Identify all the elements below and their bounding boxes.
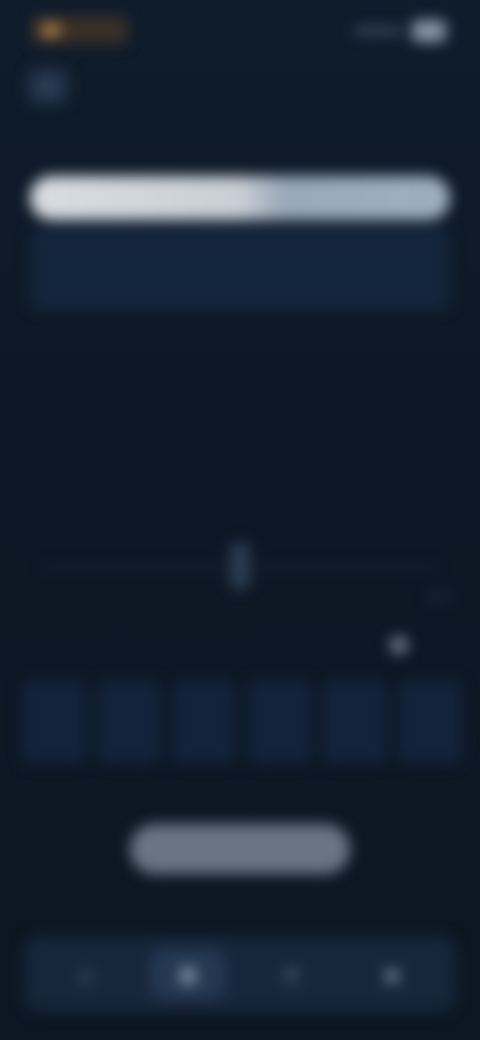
grid-icon: ▦	[178, 962, 198, 986]
status-icons	[350, 20, 446, 42]
tile-row	[22, 680, 462, 764]
tile-4[interactable]	[247, 680, 312, 764]
app-screen: ‹ ⌕ ⌂ ▦ ◔ ●	[0, 0, 480, 1040]
user-icon: ●	[383, 962, 401, 986]
divider-tick	[428, 594, 450, 600]
home-icon: ⌂	[79, 962, 93, 986]
search-icon[interactable]: ⌕	[412, 188, 432, 208]
info-card[interactable]	[30, 228, 450, 310]
primary-button[interactable]	[130, 824, 350, 874]
nav-item-home[interactable]: ⌂	[48, 948, 124, 1000]
status-bar	[0, 0, 480, 60]
tile-1[interactable]	[22, 680, 86, 764]
search-input[interactable]	[50, 186, 354, 212]
tile-2[interactable]	[97, 680, 162, 764]
signal-icon	[354, 28, 402, 34]
tile-3[interactable]	[172, 680, 237, 764]
nav-item-grid[interactable]: ▦	[150, 948, 226, 1000]
search-bar[interactable]: ⌕	[30, 176, 450, 220]
bottom-nav: ⌂ ▦ ◔ ●	[24, 936, 456, 1012]
logo-mark-icon	[42, 24, 60, 36]
battery-icon	[412, 20, 446, 42]
tile-6[interactable]	[397, 680, 462, 764]
nav-item-profile[interactable]: ●	[354, 948, 430, 1000]
blurred-content: ‹ ⌕ ⌂ ▦ ◔ ●	[0, 0, 480, 1040]
app-logo	[32, 16, 128, 44]
slider-handle[interactable]	[230, 542, 250, 590]
toggle-knob-icon	[390, 636, 408, 654]
row-toggle[interactable]	[386, 630, 450, 658]
header: ‹	[0, 60, 480, 120]
bell-icon: ◔	[281, 962, 299, 986]
tile-5[interactable]	[322, 680, 387, 764]
back-button[interactable]: ‹	[28, 68, 68, 104]
nav-item-notifications[interactable]: ◔	[252, 948, 328, 1000]
